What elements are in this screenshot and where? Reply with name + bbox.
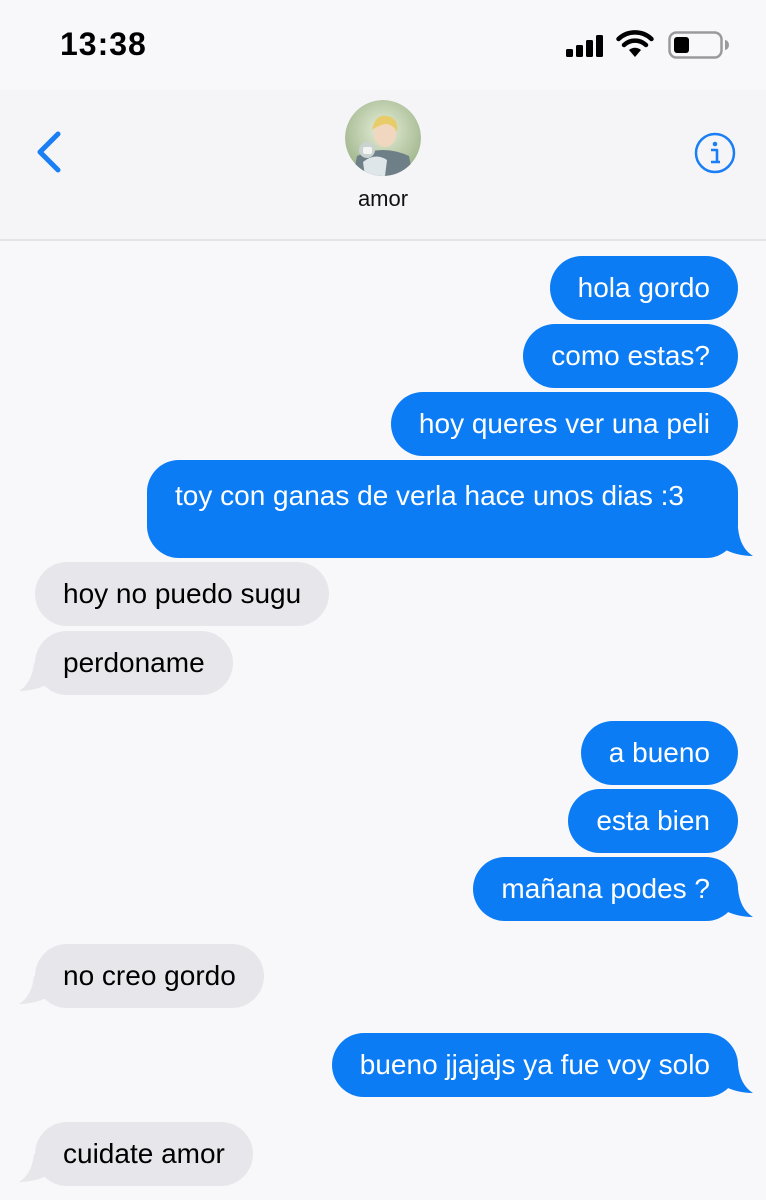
- status-time: 13:38: [60, 26, 147, 62]
- bubble-tail-incoming: [19, 1154, 52, 1182]
- signal-bars-icon: [566, 35, 603, 57]
- message-bubble-outgoing[interactable]: bueno jjajajs ya fue voy solo: [331, 1033, 738, 1097]
- bubble-tail-outgoing: [720, 528, 753, 556]
- message-bubble-incoming[interactable]: perdoname: [35, 631, 233, 695]
- status-bar: 13:38: [0, 0, 766, 90]
- contact-avatar[interactable]: [345, 100, 421, 176]
- bubble-tail-outgoing: [720, 889, 753, 917]
- contact-name[interactable]: amor: [283, 186, 483, 212]
- message-bubble-outgoing[interactable]: como estas?: [523, 324, 738, 388]
- wifi-icon: [616, 30, 654, 57]
- message-bubble-outgoing[interactable]: a bueno: [580, 721, 738, 785]
- message-bubble-incoming[interactable]: hoy no puedo sugu: [35, 562, 330, 626]
- bubble-tail-incoming: [19, 976, 52, 1004]
- chevron-left-icon[interactable]: [30, 128, 70, 176]
- conversation-header: amor: [0, 90, 766, 241]
- message-bubble-incoming[interactable]: cuidate amor: [35, 1122, 253, 1186]
- battery-icon: [668, 31, 729, 59]
- message-bubble-outgoing[interactable]: hoy queres ver una peli: [390, 392, 738, 456]
- bubble-tail-outgoing: [720, 1065, 753, 1093]
- message-bubble-outgoing[interactable]: toy con ganas de verla hace unos dias :3: [147, 460, 738, 558]
- bubble-tail-incoming: [19, 663, 52, 691]
- info-circle-icon[interactable]: [694, 132, 736, 174]
- message-bubble-incoming[interactable]: no creo gordo: [35, 944, 264, 1008]
- message-bubble-outgoing[interactable]: mañana podes ?: [473, 857, 738, 921]
- message-bubble-outgoing[interactable]: hola gordo: [549, 256, 738, 320]
- message-bubble-outgoing[interactable]: esta bien: [568, 789, 738, 853]
